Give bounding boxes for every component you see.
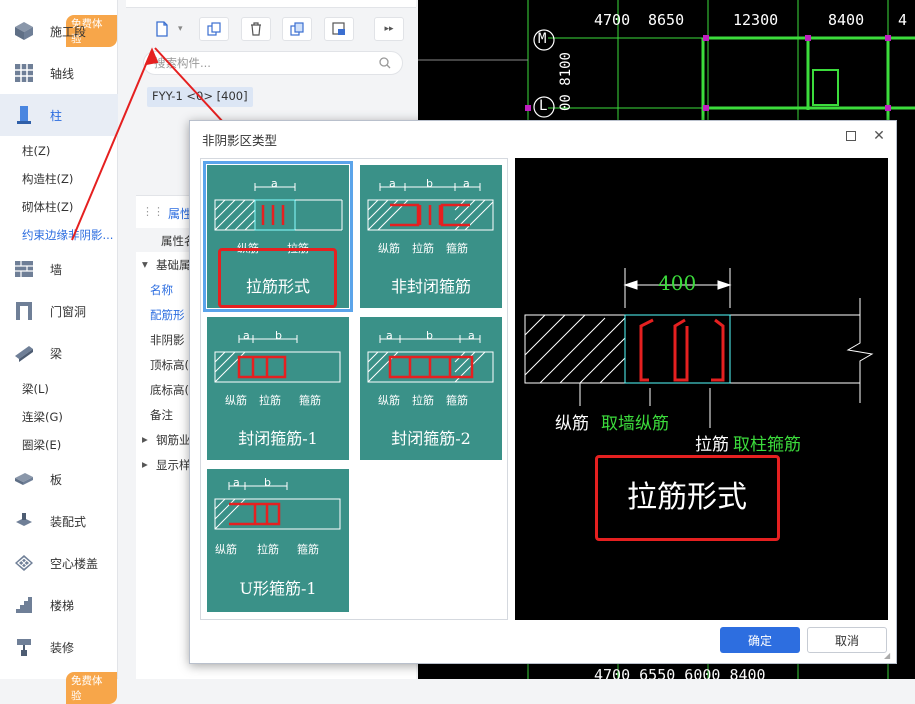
dim-a-label: a <box>463 177 470 190</box>
type-card-open-stirrup[interactable]: a b a 纵筋 拉筋 箍筋 非封闭箍筋 <box>360 165 502 308</box>
cancel-button[interactable]: 取消 <box>807 627 887 653</box>
dim-a-label: a <box>271 177 278 190</box>
card-title: U形箍筋-1 <box>239 579 317 598</box>
preview-dimension: 400 <box>658 271 697 295</box>
preview-long-bar-label: 纵筋 <box>555 414 589 434</box>
dim-b-label: b <box>264 476 271 489</box>
dim-a-label: a <box>468 329 475 342</box>
resize-grip-icon[interactable]: ◢ <box>884 651 890 660</box>
annotation-highlight-box <box>595 455 780 541</box>
dim-a-label: a <box>233 476 240 489</box>
close-button[interactable]: ✕ <box>870 127 888 145</box>
dialog-title: 非阴影区类型 <box>202 133 278 148</box>
longitudinal-bar-label: 纵筋 <box>215 543 237 556</box>
non-shadow-type-dialog: 非阴影区类型 ✕ a 纵筋 拉筋 拉筋形式 a b a 纵筋 拉筋 箍筋 非封闭… <box>189 120 897 664</box>
dim-a-label: a <box>243 329 250 342</box>
longitudinal-bar-label: 纵筋 <box>378 242 400 255</box>
preview-diagram-icon <box>524 268 874 428</box>
maximize-button[interactable] <box>842 127 860 145</box>
card-title: 非封闭箍筋 <box>390 277 471 296</box>
maximize-icon <box>846 131 856 141</box>
preview-tie-desc: 取柱箍筋 <box>733 435 801 455</box>
type-grid: a 纵筋 拉筋 拉筋形式 a b a 纵筋 拉筋 箍筋 非封闭箍筋 a b 纵筋… <box>200 158 508 620</box>
tie-bar-label: 拉筋 <box>259 394 281 407</box>
dim-b-label: b <box>275 329 282 342</box>
type-preview: 400 纵筋 取墙纵筋 拉筋 取柱箍筋 拉筋形式 <box>515 158 888 620</box>
card-title: 封闭箍筋-2 <box>391 429 471 448</box>
preview-tie-label: 拉筋 <box>695 435 729 455</box>
stirrup-label: 箍筋 <box>446 242 468 255</box>
longitudinal-bar-label: 纵筋 <box>225 394 247 407</box>
dim-a-label: a <box>386 329 393 342</box>
annotation-highlight-box <box>218 248 337 308</box>
preview-long-bar-desc: 取墙纵筋 <box>601 414 669 434</box>
ok-button[interactable]: 确定 <box>720 627 800 653</box>
stirrup-label: 箍筋 <box>446 394 468 407</box>
dim-b-label: b <box>426 177 433 190</box>
card-title: 封闭箍筋-1 <box>238 429 318 448</box>
close-icon: ✕ <box>873 128 885 144</box>
type-card-closed-stirrup-2[interactable]: a b a 纵筋 拉筋 箍筋 封闭箍筋-2 <box>360 317 502 460</box>
tie-bar-label: 拉筋 <box>412 242 434 255</box>
stirrup-label: 箍筋 <box>297 543 319 556</box>
type-card-u-stirrup-1[interactable]: a b 纵筋 拉筋 箍筋 U形箍筋-1 <box>207 469 349 612</box>
stirrup-label: 箍筋 <box>299 394 321 407</box>
tie-bar-label: 拉筋 <box>257 543 279 556</box>
type-card-closed-stirrup-1[interactable]: a b 纵筋 拉筋 箍筋 封闭箍筋-1 <box>207 317 349 460</box>
dim-b-label: b <box>426 329 433 342</box>
dim-a-label: a <box>389 177 396 190</box>
longitudinal-bar-label: 纵筋 <box>378 394 400 407</box>
tie-bar-label: 拉筋 <box>412 394 434 407</box>
